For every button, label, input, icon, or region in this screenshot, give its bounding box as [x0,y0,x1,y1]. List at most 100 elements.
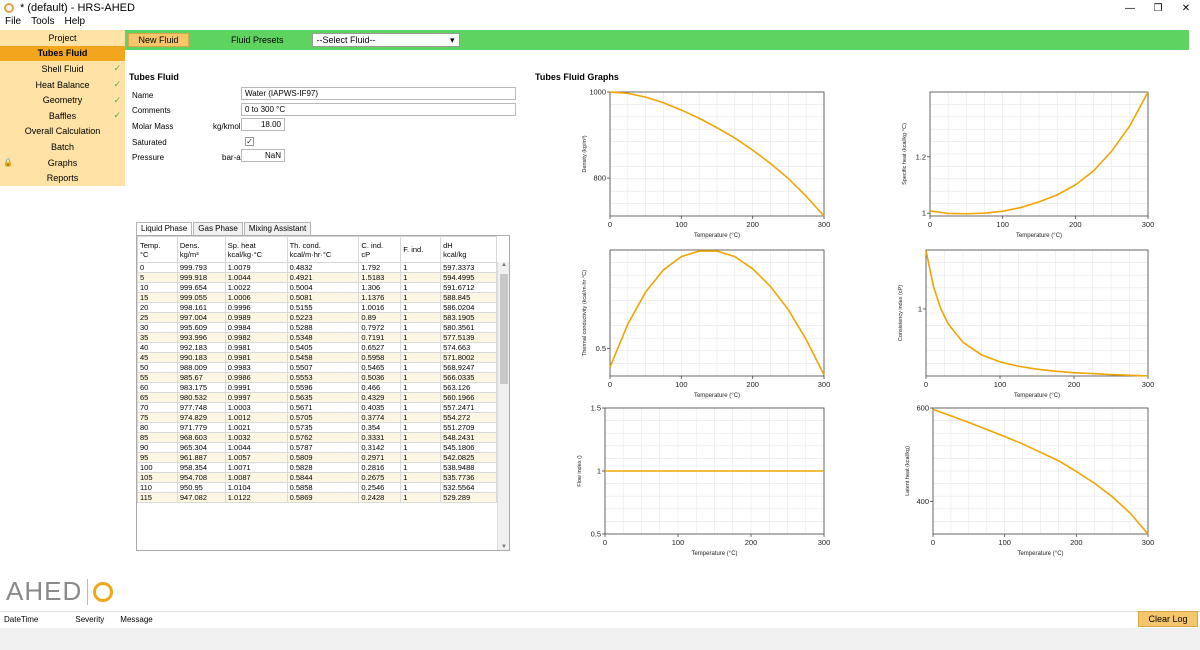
table-cell[interactable]: 0.5348 [286,332,360,343]
table-cell[interactable]: 20 [137,302,178,313]
table-cell[interactable]: 538.9488 [440,462,497,473]
table-cell[interactable]: 55 [137,372,178,383]
sidebar-item-batch[interactable]: Batch [0,139,125,155]
table-row[interactable]: 80 971.779 1.0021 0.5735 0.354 1 551.2709 [137,422,497,433]
table-header-cell[interactable]: Temp. °C [137,236,178,263]
sidebar-item-heat-balance[interactable]: Heat Balance ✓ [0,77,125,93]
table-cell[interactable]: 1.0104 [224,482,288,493]
table-cell[interactable]: 1 [400,372,442,383]
table-cell[interactable]: 977.748 [176,402,226,413]
menu-tools[interactable]: Tools [26,16,59,28]
table-cell[interactable]: 551.2709 [440,422,497,433]
table-cell[interactable]: 980.532 [176,392,226,403]
table-cell[interactable]: 999.793 [176,262,226,273]
table-cell[interactable]: 1 [400,312,442,323]
table-cell[interactable]: 0.9986 [224,372,288,383]
table-cell[interactable]: 1 [400,272,442,283]
table-cell[interactable]: 0.3331 [358,432,402,443]
table-cell[interactable]: 1 [400,412,442,423]
name-input[interactable]: Water (IAPWS-IF97) [241,87,516,100]
table-row[interactable]: 105 954.708 1.0087 0.5844 0.2675 1 535.7736 [137,472,497,483]
table-cell[interactable]: 998.161 [176,302,226,313]
table-cell[interactable]: 0.3142 [358,442,402,453]
sidebar-item-reports[interactable]: Reports [0,170,125,186]
table-cell[interactable]: 968.603 [176,432,226,443]
table-cell[interactable]: 0.5705 [286,412,360,423]
table-cell[interactable]: 60 [137,382,178,393]
saturated-checkbox[interactable]: ✓ [245,137,254,146]
table-cell[interactable]: 80 [137,422,178,433]
table-cell[interactable]: 1.0006 [224,292,288,303]
table-cell[interactable]: 0.2428 [358,492,402,503]
table-row[interactable]: 110 950.95 1.0104 0.5858 0.2546 1 532.5564 [137,482,497,493]
table-cell[interactable]: 0.5787 [286,442,360,453]
new-fluid-button[interactable]: New Fluid [128,33,189,47]
table-cell[interactable]: 0.5635 [286,392,360,403]
table-cell[interactable]: 545.1806 [440,442,497,453]
table-cell[interactable]: 45 [137,352,178,363]
table-cell[interactable]: 0.5081 [286,292,360,303]
table-cell[interactable]: 974.829 [176,412,226,423]
table-cell[interactable]: 0.5288 [286,322,360,333]
table-cell[interactable]: 1 [400,292,442,303]
table-cell[interactable]: 25 [137,312,178,323]
table-cell[interactable]: 0.9996 [224,302,288,313]
table-row[interactable]: 40 992.183 0.9981 0.5405 0.6527 1 574.663 [137,342,497,353]
close-icon[interactable]: ✕ [1172,0,1200,16]
table-cell[interactable]: 1 [400,262,442,273]
table-cell[interactable]: 1 [400,382,442,393]
table-cell[interactable]: 0.9981 [224,342,288,353]
table-cell[interactable]: 115 [137,492,178,503]
menu-file[interactable]: File [0,16,26,28]
table-cell[interactable]: 1 [400,492,442,503]
minimize-icon[interactable]: — [1116,0,1144,16]
table-cell[interactable]: 988.009 [176,362,226,373]
table-cell[interactable]: 15 [137,292,178,303]
table-cell[interactable]: 0.7972 [358,322,402,333]
table-cell[interactable]: 0.9989 [224,312,288,323]
table-cell[interactable]: 548.2431 [440,432,497,443]
table-row[interactable]: 10 999.654 1.0022 0.5004 1.306 1 591.6712 [137,282,497,293]
table-cell[interactable]: 90 [137,442,178,453]
table-cell[interactable]: 0.3774 [358,412,402,423]
table-cell[interactable]: 1 [400,422,442,433]
tab-gas-phase[interactable]: Gas Phase [193,222,243,235]
table-cell[interactable]: 1 [400,402,442,413]
table-cell[interactable]: 1 [400,302,442,313]
sidebar-item-baffles[interactable]: Baffles ✓ [0,108,125,124]
table-cell[interactable]: 999.055 [176,292,226,303]
table-row[interactable]: 55 985.67 0.9986 0.5553 0.5036 1 566.0335 [137,372,497,383]
table-cell[interactable]: 0.4035 [358,402,402,413]
table-row[interactable]: 75 974.829 1.0012 0.5705 0.3774 1 554.272 [137,412,497,423]
comments-input[interactable]: 0 to 300 °C [241,103,516,116]
table-cell[interactable]: 0.5858 [286,482,360,493]
table-cell[interactable]: 0.5036 [358,372,402,383]
table-cell[interactable]: 0.9991 [224,382,288,393]
table-cell[interactable]: 0.2675 [358,472,402,483]
table-cell[interactable]: 1 [400,342,442,353]
table-cell[interactable]: 0.5958 [358,352,402,363]
table-cell[interactable]: 0.4329 [358,392,402,403]
table-cell[interactable]: 0.9997 [224,392,288,403]
table-cell[interactable]: 105 [137,472,178,483]
table-cell[interactable]: 100 [137,462,178,473]
scroll-up-icon[interactable]: ▲ [498,262,509,268]
table-cell[interactable]: 1 [400,442,442,453]
table-cell[interactable]: 1 [400,392,442,403]
table-header-cell[interactable]: Dens. kg/m³ [176,236,226,263]
table-cell[interactable]: 992.183 [176,342,226,353]
table-cell[interactable]: 0.5671 [286,402,360,413]
menu-help[interactable]: Help [59,16,90,28]
table-cell[interactable]: 0.4832 [286,262,360,273]
scroll-down-icon[interactable]: ▼ [498,544,509,550]
table-cell[interactable]: 566.0335 [440,372,497,383]
table-cell[interactable]: 583.1905 [440,312,497,323]
table-cell[interactable]: 1 [400,332,442,343]
table-cell[interactable]: 577.5139 [440,332,497,343]
table-cell[interactable]: 1.306 [358,282,402,293]
table-cell[interactable]: 1 [400,482,442,493]
table-cell[interactable]: 1 [400,432,442,443]
table-cell[interactable]: 0.354 [358,422,402,433]
pressure-input[interactable]: NaN [241,149,285,162]
table-cell[interactable]: 0.5507 [286,362,360,373]
